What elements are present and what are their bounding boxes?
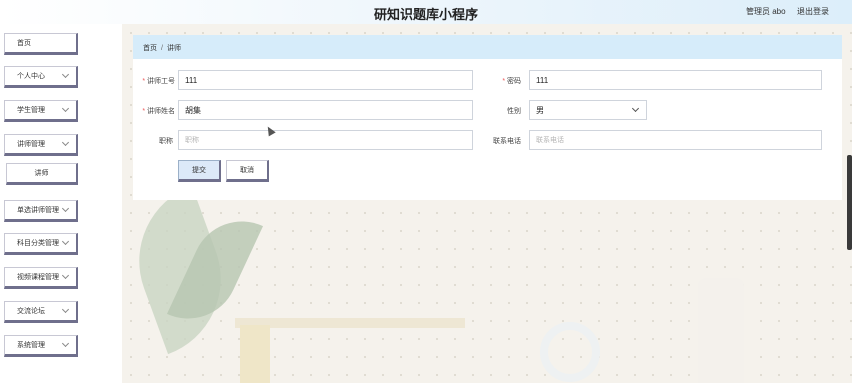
password-label: 密码	[493, 76, 521, 86]
sidebar-item-system-management[interactable]: 系统管理	[4, 335, 78, 357]
cancel-button[interactable]: 取消	[226, 160, 269, 182]
sidebar-subitem-teacher[interactable]: 讲师	[6, 163, 78, 185]
teacher-name-field[interactable]: 胡集	[178, 100, 473, 120]
sidebar: 首页 个人中心 学生管理 讲师管理 讲师 单选讲师管理 科目分类管理 视频课程管…	[0, 24, 122, 383]
ring-decoration	[540, 322, 600, 382]
admin-user-label: 管理员 abo	[746, 7, 786, 16]
phone-label: 联系电话	[493, 138, 521, 145]
sidebar-item-label: 科目分类管理	[17, 240, 59, 247]
sidebar-item-label: 讲师管理	[17, 141, 45, 148]
logout-link[interactable]: 退出登录	[797, 6, 829, 17]
chevron-down-icon	[61, 70, 70, 79]
sidebar-item-personal-center[interactable]: 个人中心	[4, 66, 78, 88]
breadcrumb-current: 讲师	[166, 45, 181, 52]
chevron-down-icon	[61, 237, 70, 246]
password-field[interactable]: 111	[529, 70, 822, 90]
sidebar-item-label: 首页	[17, 40, 31, 47]
teacher-id-field[interactable]: 111	[178, 70, 473, 90]
sidebar-item-label: 交流论坛	[17, 308, 45, 315]
sidebar-item-label: 个人中心	[17, 73, 45, 80]
teacher-name-label: 讲师姓名	[137, 106, 175, 116]
gender-label: 性别	[507, 108, 521, 115]
app-title: 研知识题库小程序	[373, 7, 478, 22]
sidebar-item-teacher-management[interactable]: 讲师管理	[4, 134, 78, 156]
chevron-down-icon	[61, 138, 70, 147]
chevron-down-icon	[61, 271, 70, 280]
title-label: 职称	[159, 138, 173, 145]
phone-field[interactable]: 联系电话	[529, 130, 822, 150]
sidebar-item-home[interactable]: 首页	[4, 33, 78, 55]
sidebar-item-subject-category-management[interactable]: 科目分类管理	[4, 233, 78, 255]
breadcrumb-home[interactable]: 首页	[143, 45, 157, 52]
breadcrumb: 首页 / 讲师	[133, 35, 842, 59]
submit-button[interactable]: 提交	[178, 160, 221, 182]
sidebar-item-label: 系统管理	[17, 342, 45, 349]
chevron-down-icon	[61, 305, 70, 314]
chevron-down-icon	[631, 104, 640, 113]
sidebar-item-student-management[interactable]: 学生管理	[4, 100, 78, 122]
teacher-id-label: 讲师工号	[137, 76, 175, 86]
sidebar-item-single-choice-management[interactable]: 单选讲师管理	[4, 200, 78, 222]
top-bar: 研知识题库小程序 管理员 abo 退出登录	[0, 0, 852, 24]
gender-selected-value: 男	[536, 105, 544, 115]
chevron-down-icon	[61, 104, 70, 113]
box-decoration	[240, 325, 270, 383]
breadcrumb-separator: /	[161, 45, 163, 52]
chevron-down-icon	[61, 204, 70, 213]
sidebar-item-label: 学生管理	[17, 107, 45, 114]
sidebar-item-video-course-management[interactable]: 视频课程管理	[4, 267, 78, 289]
sidebar-item-forum[interactable]: 交流论坛	[4, 301, 78, 323]
sidebar-item-label: 单选讲师管理	[17, 207, 59, 214]
title-field[interactable]: 职称	[178, 130, 473, 150]
chevron-down-icon	[61, 339, 70, 348]
sidebar-item-label: 视频课程管理	[17, 274, 59, 281]
form-card: 首页 /讲师 讲师工号 111 密码 111 讲师姓名 胡集 性别 男 职称 职称…	[133, 35, 842, 200]
cylinder-decoration	[698, 278, 744, 383]
gender-select[interactable]: 男	[529, 100, 647, 120]
sidebar-item-label: 讲师	[34, 170, 49, 177]
page-scrollbar[interactable]	[847, 155, 852, 250]
